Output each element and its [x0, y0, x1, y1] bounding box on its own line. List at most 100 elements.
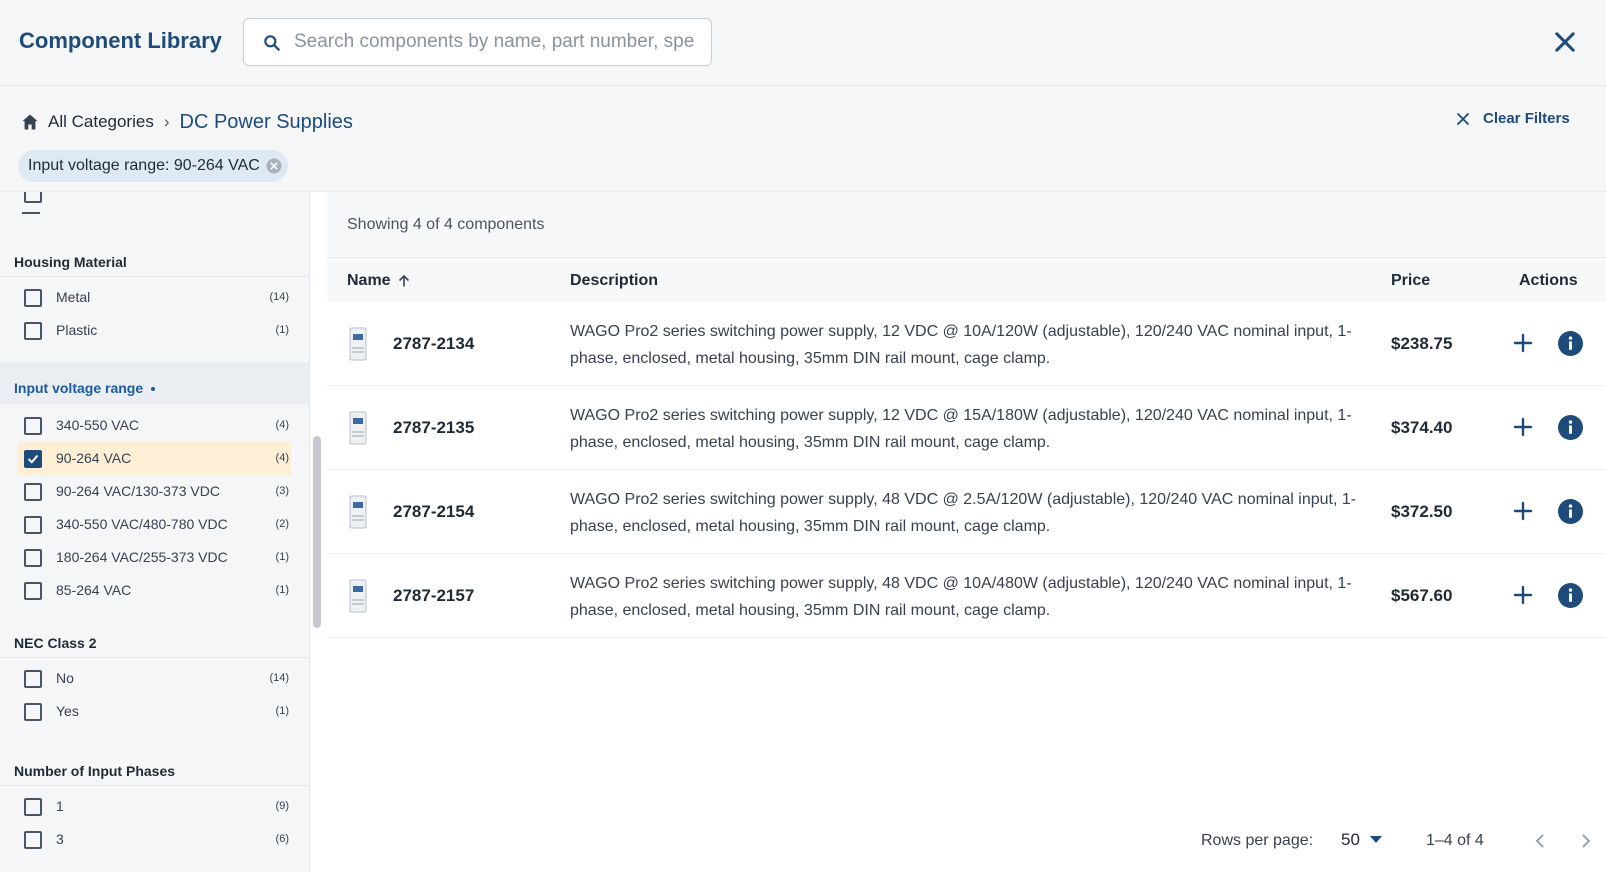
app-header: Component Library — [0, 0, 1606, 86]
filter-option-180-264-vac-255-373-vdc[interactable]: 180-264 VAC/255-373 VDC (1) — [18, 541, 291, 574]
option-label: Plastic — [56, 322, 98, 338]
filter-option-nec-no[interactable]: No (14) — [18, 662, 291, 695]
table-row[interactable]: 2787-2135 WAGO Pro2 series switching pow… — [327, 386, 1606, 470]
filter-option-phase-3[interactable]: 3 (6) — [18, 823, 291, 856]
rows-per-page-label: Rows per page: — [1201, 832, 1314, 849]
filter-group-title-nec-class-2[interactable]: NEC Class 2 — [14, 635, 96, 651]
chevron-right-icon[interactable] — [1577, 832, 1595, 850]
info-icon[interactable] — [1558, 415, 1583, 440]
remove-chip-icon[interactable] — [266, 158, 282, 174]
option-count: (14) — [269, 291, 289, 303]
checkbox[interactable] — [24, 703, 42, 721]
table-row[interactable]: 2787-2134 WAGO Pro2 series switching pow… — [327, 302, 1606, 386]
column-header-name[interactable]: Name — [347, 272, 411, 290]
filter-option-340-550-vac-480-780-vdc[interactable]: 340-550 VAC/480-780 VDC (2) — [18, 508, 291, 541]
info-icon[interactable] — [1558, 583, 1583, 608]
active-filter-chip: Input voltage range: 90-264 VAC — [18, 150, 288, 182]
checkbox[interactable] — [24, 289, 42, 307]
checkbox[interactable] — [24, 670, 42, 688]
filter-option-nec-yes[interactable]: Yes (1) — [18, 695, 291, 728]
info-icon[interactable] — [1558, 331, 1583, 356]
table-row[interactable]: 2787-2154 WAGO Pro2 series switching pow… — [327, 470, 1606, 554]
table-header: Name Description Price Actions — [327, 258, 1606, 302]
sidebar-scrollbar[interactable] — [313, 436, 321, 628]
part-number[interactable]: 2787-2157 — [393, 586, 474, 606]
checkbox[interactable] — [24, 582, 42, 600]
checkbox[interactable] — [24, 417, 42, 435]
option-count: (1) — [275, 324, 289, 336]
option-count: (2) — [275, 518, 289, 530]
add-icon[interactable] — [1512, 332, 1534, 354]
results-summary: Showing 4 of 4 components — [327, 192, 1606, 258]
option-count: (6) — [275, 833, 289, 845]
option-count: (14) — [269, 672, 289, 684]
option-count: (3) — [275, 485, 289, 497]
clear-filters-button[interactable]: Clear Filters — [1455, 110, 1570, 127]
checkbox-checked[interactable] — [24, 450, 42, 468]
price: $372.50 — [1391, 502, 1453, 521]
option-label: Yes — [56, 703, 79, 719]
column-header-description[interactable]: Description — [570, 272, 658, 290]
filter-option-hidden[interactable] — [18, 192, 291, 210]
results-count-text: Showing 4 of 4 components — [347, 216, 545, 233]
product-thumbnail — [349, 579, 367, 613]
product-thumbnail — [349, 327, 367, 361]
pagination-footer: Rows per page: 50 1–4 of 4 — [327, 812, 1606, 872]
table-row[interactable]: 2787-2157 WAGO Pro2 series switching pow… — [327, 554, 1606, 638]
option-count: (1) — [275, 584, 289, 596]
divider — [0, 276, 309, 277]
option-label: 90-264 VAC — [56, 450, 132, 466]
part-number[interactable]: 2787-2134 — [393, 334, 474, 354]
filter-option-phase-1[interactable]: 1 (9) — [18, 790, 291, 823]
divider — [0, 657, 309, 658]
add-icon[interactable] — [1512, 416, 1534, 438]
checkbox[interactable] — [24, 831, 42, 849]
add-icon[interactable] — [1512, 584, 1534, 606]
checkbox[interactable] — [24, 516, 42, 534]
clear-icon — [1457, 112, 1469, 125]
breadcrumb-all-categories[interactable]: All Categories — [48, 112, 154, 132]
checkbox[interactable] — [24, 322, 42, 340]
filter-option-metal[interactable]: Metal (14) — [18, 281, 291, 314]
results-panel: Showing 4 of 4 components Name Descripti… — [327, 192, 1606, 872]
filter-group-title-input-phases[interactable]: Number of Input Phases — [14, 763, 175, 779]
home-icon[interactable] — [20, 112, 40, 132]
description: WAGO Pro2 series switching power supply,… — [570, 323, 1352, 367]
search-input[interactable] — [294, 25, 694, 59]
filter-option-plastic[interactable]: Plastic (1) — [18, 314, 291, 347]
option-label: 180-264 VAC/255-373 VDC — [56, 549, 228, 565]
filter-option-85-264-vac[interactable]: 85-264 VAC (1) — [18, 574, 291, 607]
close-icon[interactable] — [1551, 28, 1579, 56]
info-icon[interactable] — [1558, 499, 1583, 524]
rows-per-page-select[interactable]: 50 — [1341, 830, 1382, 850]
product-thumbnail — [349, 411, 367, 445]
description: WAGO Pro2 series switching power supply,… — [570, 491, 1357, 535]
breadcrumb-current: DC Power Supplies — [179, 110, 353, 133]
product-thumbnail — [349, 495, 367, 529]
filter-group-title-input-voltage[interactable]: Input voltage range — [14, 380, 156, 396]
sort-ascending-icon[interactable] — [397, 274, 411, 288]
search-box[interactable] — [243, 18, 712, 66]
active-filter-chip-label: Input voltage range: 90-264 VAC — [28, 157, 260, 174]
checkbox[interactable] — [24, 483, 42, 501]
add-icon[interactable] — [1512, 500, 1534, 522]
checkbox[interactable] — [24, 192, 42, 203]
part-number[interactable]: 2787-2154 — [393, 502, 474, 522]
chevron-left-icon[interactable] — [1531, 832, 1549, 850]
filter-option-90-264-vac-130-373-vdc[interactable]: 90-264 VAC/130-373 VDC (3) — [18, 475, 291, 508]
caret-down-icon — [1369, 836, 1382, 843]
option-count: (4) — [275, 452, 289, 464]
filter-option-340-550-vac[interactable]: 340-550 VAC (4) — [18, 409, 291, 442]
option-label: 340-550 VAC/480-780 VDC — [56, 516, 228, 532]
column-header-price[interactable]: Price — [1391, 272, 1430, 290]
breadcrumb-separator: › — [163, 112, 170, 131]
checkbox[interactable] — [24, 549, 42, 567]
checkmark-icon — [27, 454, 39, 464]
filter-group-title-housing[interactable]: Housing Material — [14, 254, 127, 270]
checkbox[interactable] — [24, 798, 42, 816]
price: $567.60 — [1391, 586, 1453, 605]
option-count: (1) — [275, 551, 289, 563]
filter-option-90-264-vac[interactable]: 90-264 VAC (4) — [18, 442, 291, 475]
clear-filters-label: Clear Filters — [1483, 110, 1570, 127]
part-number[interactable]: 2787-2135 — [393, 418, 474, 438]
